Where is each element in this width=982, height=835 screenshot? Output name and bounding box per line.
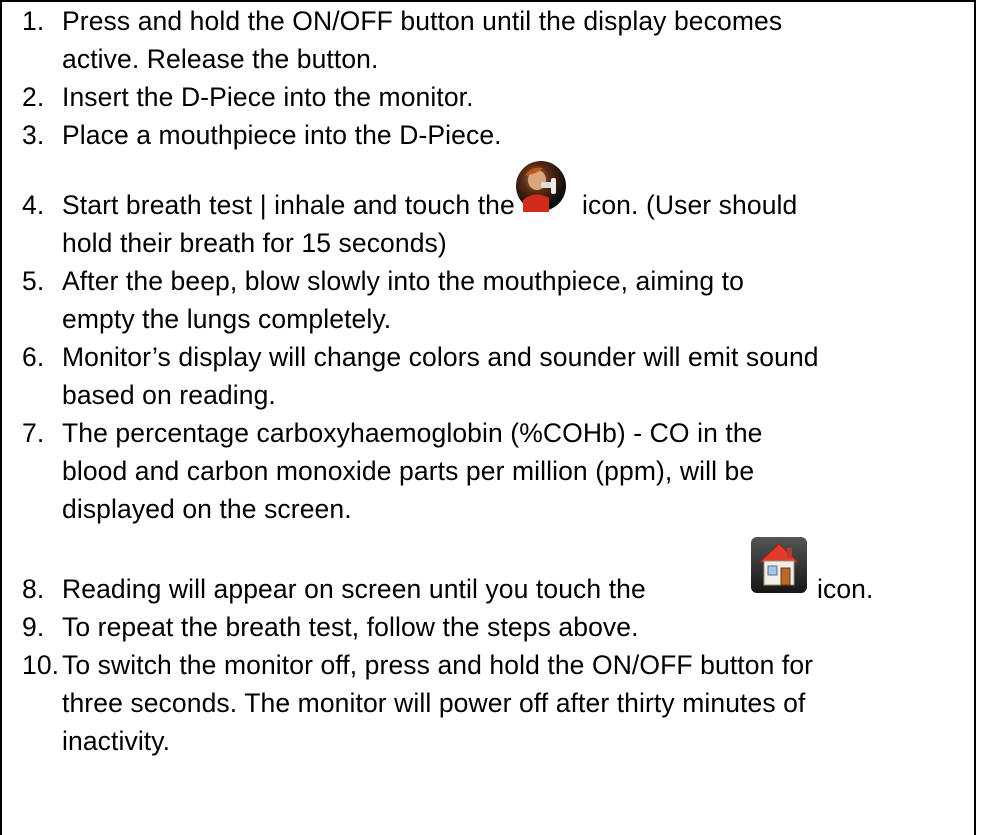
step-text-line: icon. (817, 574, 874, 604)
step-text-line: icon. (User should (582, 190, 798, 220)
step-text-line: Monitor’s display will change colors and… (62, 342, 819, 372)
step-number: 4. (22, 190, 45, 220)
step-text-line: hold their breath for 15 seconds) (62, 228, 447, 258)
step-number: 6. (22, 342, 45, 372)
step-text-line: After the beep, blow slowly into the mou… (62, 266, 744, 296)
step-text-line: Press and hold the ON/OFF button until t… (62, 6, 783, 36)
step-text-line: active. Release the button. (62, 44, 379, 74)
step-number: 8. (22, 574, 45, 604)
step-text-line: Reading will appear on screen until you … (62, 574, 646, 604)
step-text-line: Start breath test | inhale and touch the (62, 190, 515, 220)
step-text-line: To repeat the breath test, follow the st… (62, 612, 639, 642)
step-number: 10. (22, 650, 60, 680)
home-icon (750, 536, 808, 604)
step-number: 9. (22, 612, 45, 642)
step-number: 7. (22, 418, 45, 448)
step-text-line: displayed on the screen. (62, 494, 352, 524)
step-number: 3. (22, 120, 45, 150)
step-number: 2. (22, 82, 45, 112)
step-text-line: Insert the D-Piece into the monitor. (62, 82, 474, 112)
step-number: 5. (22, 266, 45, 296)
step-text-line: blood and carbon monoxide parts per mill… (62, 456, 755, 486)
step-number: 1. (22, 6, 45, 36)
step-text-line: inactivity. (62, 726, 171, 756)
step-text-line: empty the lungs completely. (62, 304, 392, 334)
step-text-line: Place a mouthpiece into the D-Piece. (62, 120, 502, 150)
step-text-line: The percentage carboxyhaemoglobin (%COHb… (62, 418, 763, 448)
step-text-line: To switch the monitor off, press and hol… (62, 650, 814, 680)
breath-test-icon (515, 160, 567, 222)
step-text-line: three seconds. The monitor will power of… (62, 688, 806, 718)
step-text-line: based on reading. (62, 380, 276, 410)
